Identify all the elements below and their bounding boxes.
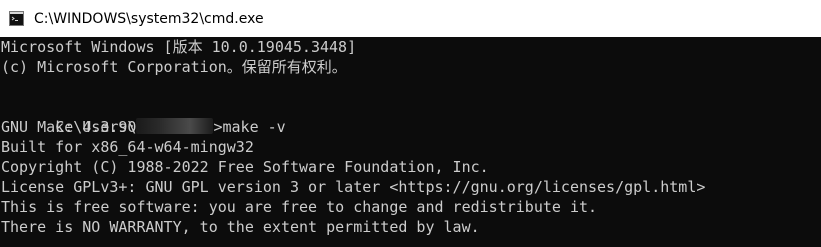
console-line: Copyright (C) 1988-2022 Free Software Fo… <box>1 158 489 176</box>
console-line: There is NO WARRANTY, to the extent perm… <box>1 218 480 236</box>
console-output[interactable]: Microsoft Windows [版本 10.0.19045.3448] (… <box>0 37 821 247</box>
window-title: C:\WINDOWS\system32\cmd.exe <box>34 10 264 27</box>
console-line: This is free software: you are free to c… <box>1 198 598 216</box>
console-line: GNU Make 4.3.90 <box>1 118 137 136</box>
typed-command: >make -v <box>213 118 286 136</box>
console-line: License GPLv3+: GNU GPL version 3 or lat… <box>1 178 706 196</box>
redacted-username <box>136 118 214 134</box>
cmd-icon <box>9 11 24 26</box>
console-line: (c) Microsoft Corporation。保留所有权利。 <box>1 58 347 76</box>
cmd-window: C:\WINDOWS\system32\cmd.exe Microsoft Wi… <box>0 0 821 247</box>
console-line: Microsoft Windows [版本 10.0.19045.3448] <box>1 38 357 56</box>
console-line: Built for x86_64-w64-mingw32 <box>1 138 254 156</box>
command-prompt-line: C:\Users\ >make -v <box>1 97 821 136</box>
title-bar[interactable]: C:\WINDOWS\system32\cmd.exe <box>0 0 821 37</box>
